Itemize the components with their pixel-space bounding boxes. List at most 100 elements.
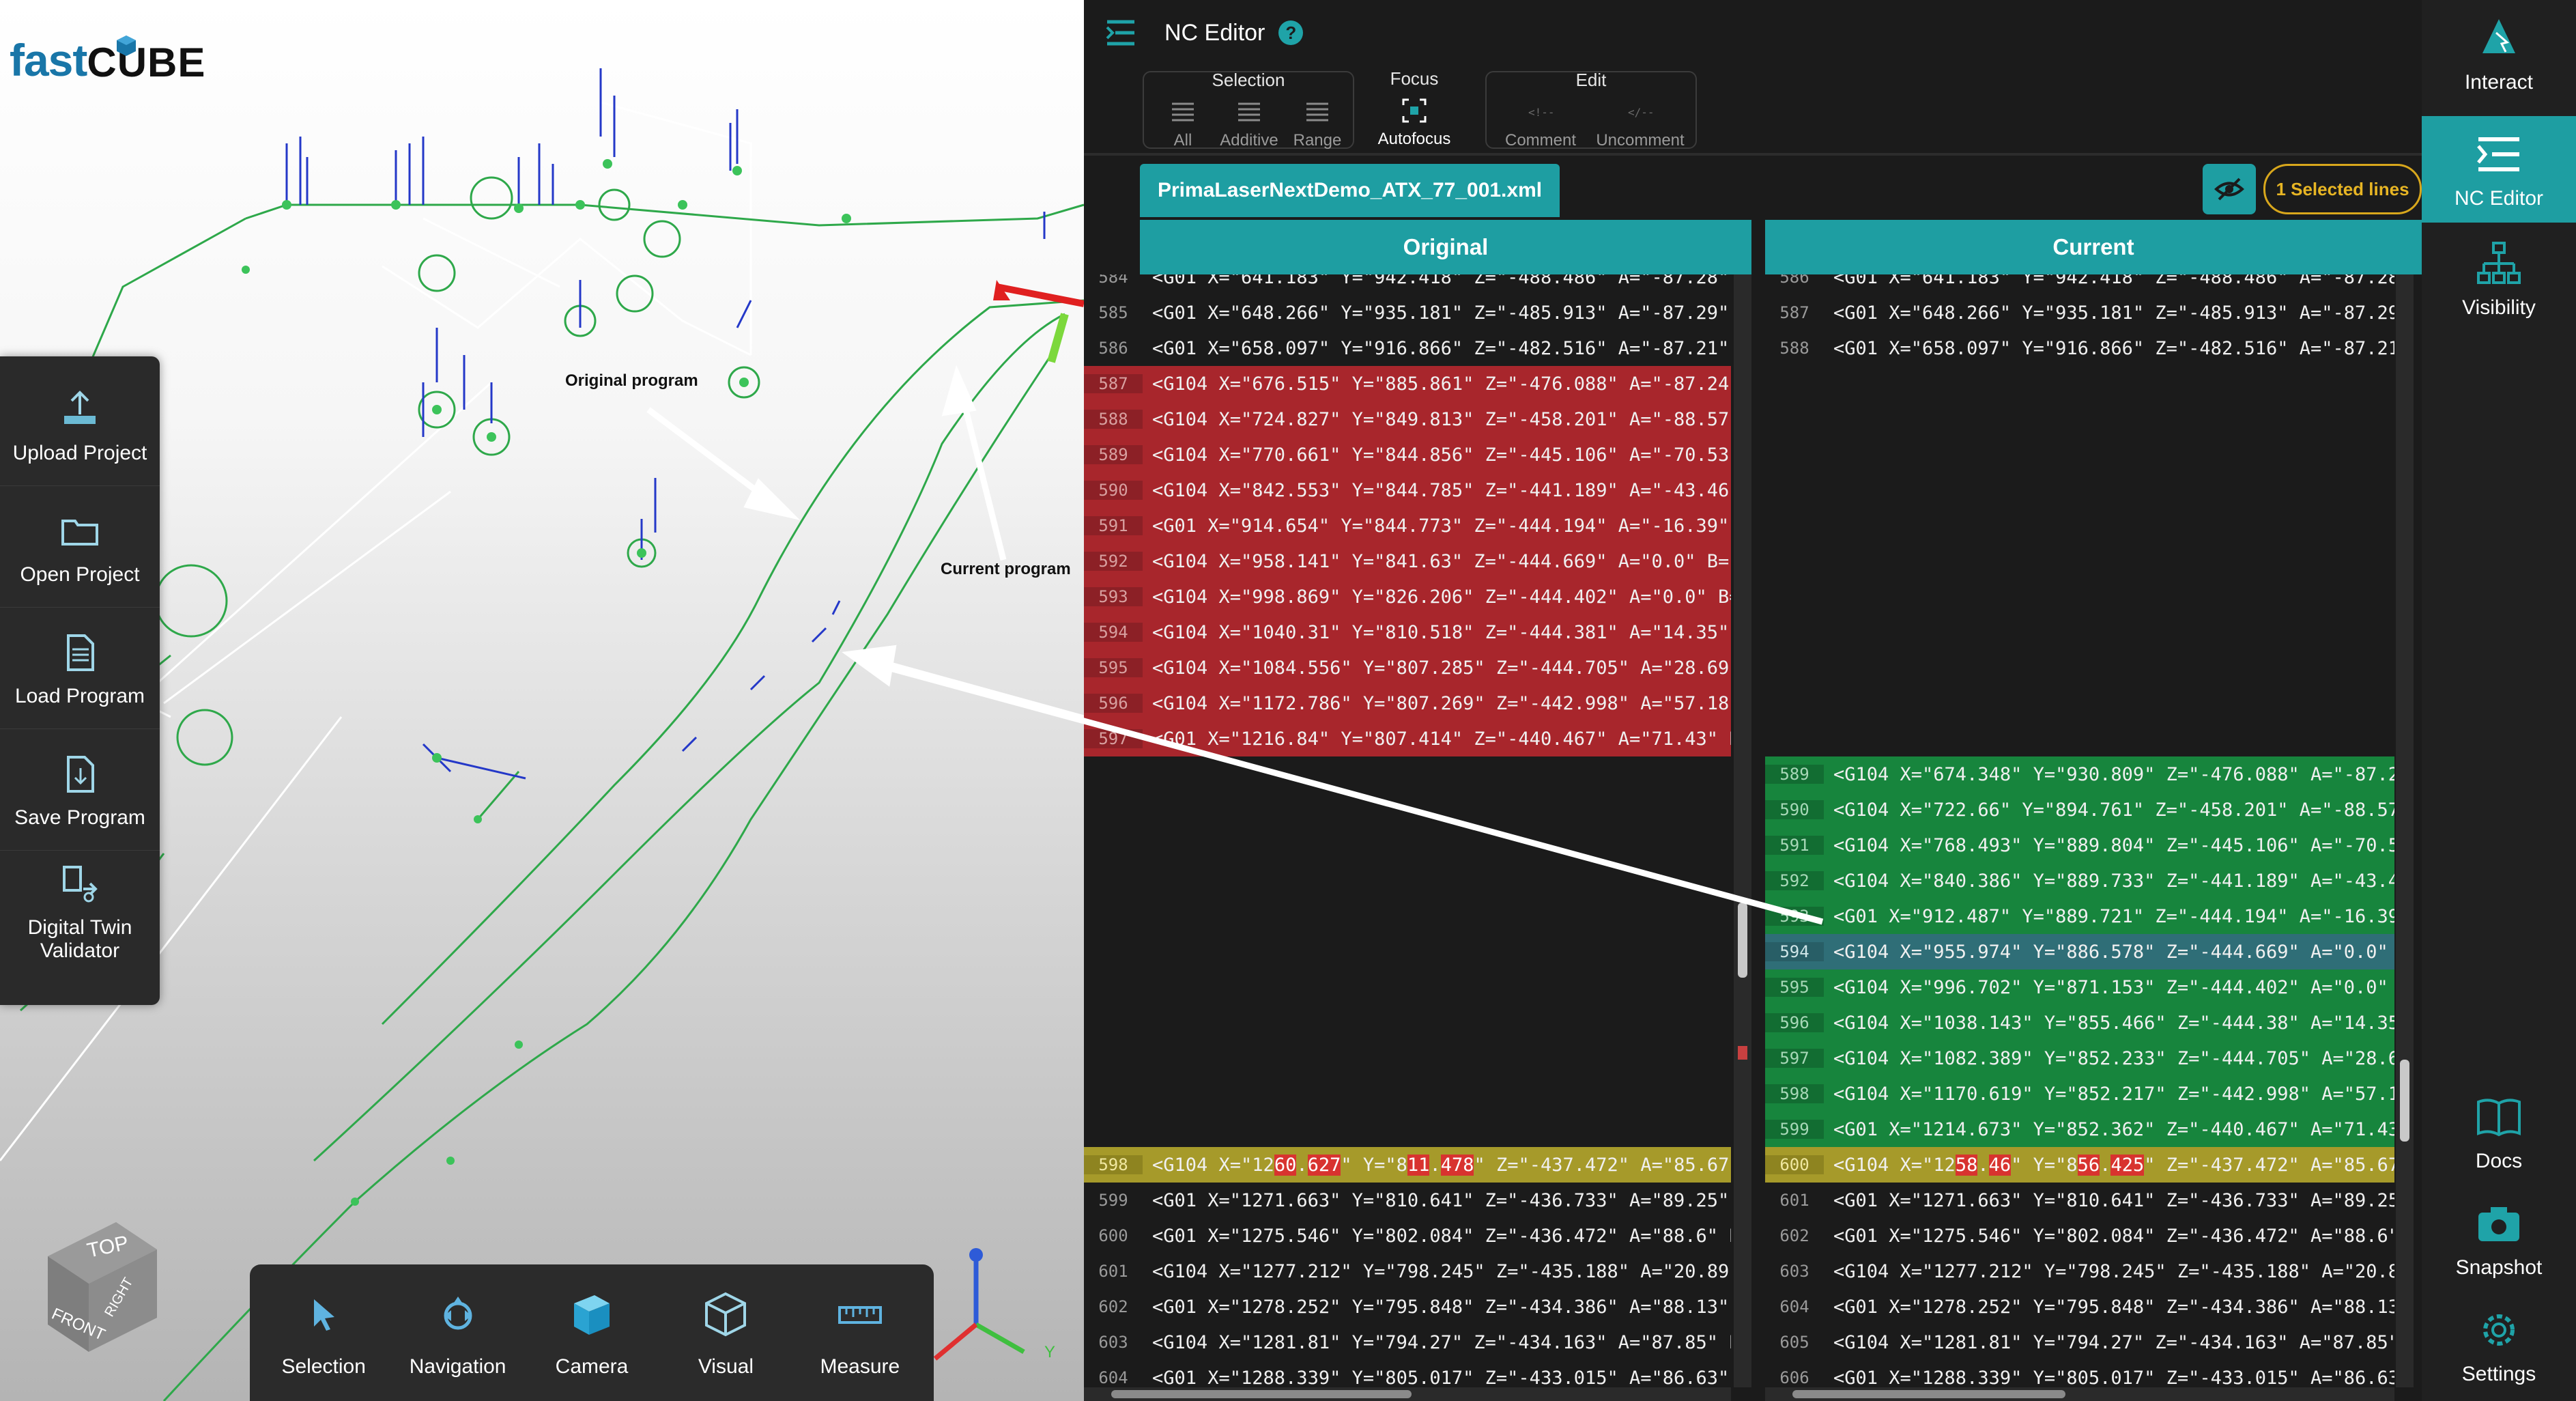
sidebar-item-nc-editor[interactable]: NC Editor — [2422, 116, 2576, 223]
current-horizontal-scrollbar[interactable] — [1765, 1387, 2394, 1401]
code-line[interactable] — [1765, 472, 2394, 508]
code-line[interactable] — [1765, 508, 2394, 543]
code-line[interactable]: 598 <G104 X="1260.627" Y="811.478" Z="-43… — [1084, 1147, 1731, 1183]
code-line[interactable]: 602 <G01 X="1278.252" Y="795.848" Z="-434… — [1084, 1289, 1731, 1325]
hide-unchanged-button[interactable] — [2203, 164, 2256, 214]
code-line[interactable] — [1084, 1112, 1731, 1147]
code-line[interactable]: 596 <G104 X="1038.143" Y="855.466" Z="-44… — [1765, 1005, 2394, 1041]
code-line[interactable]: 601 <G104 X="1277.212" Y="798.245" Z="-43… — [1084, 1254, 1731, 1289]
code-line[interactable] — [1765, 614, 2394, 650]
code-line[interactable]: 595 <G104 X="1084.556" Y="807.285" Z="-44… — [1084, 650, 1731, 685]
camera-tool-button[interactable]: Camera — [525, 1264, 659, 1401]
code-line[interactable]: 593 <G01 X="912.487" Y="889.721" Z="-444.… — [1765, 898, 2394, 934]
code-line[interactable] — [1765, 650, 2394, 685]
code-line[interactable] — [1084, 863, 1731, 898]
code-line[interactable]: 584 <G01 X="641.183" Y="942.418" Z="-488.… — [1084, 274, 1731, 295]
code-line[interactable]: 593 <G104 X="998.869" Y="826.206" Z="-444… — [1084, 579, 1731, 614]
load-program-button[interactable]: Load Program — [0, 609, 160, 729]
sidebar-item-docs[interactable]: Docs — [2422, 1079, 2576, 1185]
original-horizontal-scrollbar[interactable] — [1084, 1387, 1731, 1401]
code-line[interactable]: 591 <G01 X="914.654" Y="844.773" Z="-444.… — [1084, 508, 1731, 543]
collapse-panel-icon[interactable] — [1102, 14, 1140, 52]
code-line[interactable]: 594 <G104 X="955.974" Y="886.578" Z="-444… — [1765, 934, 2394, 970]
code-line[interactable] — [1084, 756, 1731, 792]
current-code-pane[interactable]: 586 <G01 X="641.183" Y="942.418" Z="-488.… — [1765, 274, 2394, 1387]
code-line[interactable]: 604 <G01 X="1278.252" Y="795.848" Z="-434… — [1765, 1289, 2394, 1325]
code-line[interactable] — [1084, 1005, 1731, 1041]
code-line[interactable]: 597 <G01 X="1216.84" Y="807.414" Z="-440.… — [1084, 721, 1731, 756]
code-line[interactable]: 604 <G01 X="1288.339" Y="805.017" Z="-433… — [1084, 1360, 1731, 1388]
current-scrollbar[interactable] — [2396, 274, 2414, 1387]
code-line[interactable]: 589 <G104 X="674.348" Y="930.809" Z="-476… — [1765, 756, 2394, 792]
code-line[interactable]: 588 <G01 X="658.097" Y="916.866" Z="-482.… — [1765, 330, 2394, 366]
code-text: <G104 X="1170.619" Y="852.217" Z="-442.9… — [1833, 1083, 2394, 1105]
code-line[interactable]: 588 <G104 X="724.827" Y="849.813" Z="-458… — [1084, 401, 1731, 437]
autofocus-button[interactable]: Autofocus — [1366, 94, 1462, 149]
code-line[interactable]: 599 <G01 X="1214.673" Y="852.362" Z="-440… — [1765, 1112, 2394, 1147]
navigation-cube[interactable]: TOP FRONT RIGHT — [41, 1215, 171, 1372]
code-line[interactable] — [1765, 543, 2394, 579]
original-code-pane[interactable]: 584 <G01 X="641.183" Y="942.418" Z="-488.… — [1084, 274, 1731, 1387]
selection-tool-button[interactable]: Selection — [257, 1264, 390, 1401]
code-line[interactable] — [1084, 898, 1731, 934]
code-line[interactable]: 598 <G104 X="1170.619" Y="852.217" Z="-44… — [1765, 1076, 2394, 1112]
navigation-tool-button[interactable]: Navigation — [390, 1264, 524, 1401]
digital-twin-validator-button[interactable]: Digital Twin Validator — [0, 852, 160, 972]
help-icon[interactable]: ? — [1278, 20, 1304, 45]
code-line[interactable]: 600 <G104 X="1258.46" Y="856.425" Z="-437… — [1765, 1147, 2394, 1183]
original-scrollbar[interactable] — [1734, 274, 1751, 1387]
code-line[interactable]: 586 <G01 X="641.183" Y="942.418" Z="-488.… — [1765, 274, 2394, 295]
sidebar-item-interact[interactable]: Interact — [2422, 0, 2576, 107]
code-line[interactable]: 601 <G01 X="1271.663" Y="810.641" Z="-436… — [1765, 1183, 2394, 1218]
code-line[interactable] — [1765, 721, 2394, 756]
code-line[interactable] — [1765, 401, 2394, 437]
code-line[interactable]: 587 <G01 X="648.266" Y="935.181" Z="-485.… — [1765, 295, 2394, 330]
code-line[interactable] — [1765, 685, 2394, 721]
save-program-button[interactable]: Save Program — [0, 731, 160, 851]
code-line[interactable]: 596 <G104 X="1172.786" Y="807.269" Z="-44… — [1084, 685, 1731, 721]
sidebar-item-visibility[interactable]: Visibility — [2422, 225, 2576, 332]
digital-twin-validator-label: Digital Twin Validator — [27, 916, 132, 962]
sidebar-item-settings[interactable]: Settings — [2422, 1292, 2576, 1398]
code-line[interactable]: 590 <G104 X="722.66" Y="894.761" Z="-458.… — [1765, 792, 2394, 827]
code-line[interactable]: 603 <G104 X="1281.81" Y="794.27" Z="-434.… — [1084, 1325, 1731, 1360]
code-line[interactable]: 587 <G104 X="676.515" Y="885.861" Z="-476… — [1084, 366, 1731, 401]
select-additive-button[interactable]: Additive — [1215, 96, 1283, 150]
code-line[interactable]: 606 <G01 X="1288.339" Y="805.017" Z="-433… — [1765, 1360, 2394, 1388]
measure-tool-button[interactable]: Measure — [793, 1264, 927, 1401]
sidebar-item-snapshot[interactable]: Snapshot — [2422, 1185, 2576, 1292]
code-line[interactable]: 603 <G104 X="1277.212" Y="798.245" Z="-43… — [1765, 1254, 2394, 1289]
code-line[interactable]: 605 <G104 X="1281.81" Y="794.27" Z="-434.… — [1765, 1325, 2394, 1360]
uncomment-button[interactable]: </-- Uncomment — [1589, 96, 1691, 150]
code-line[interactable] — [1765, 437, 2394, 472]
code-line[interactable]: 597 <G104 X="1082.389" Y="852.233" Z="-44… — [1765, 1041, 2394, 1076]
select-range-button[interactable]: Range — [1285, 96, 1350, 150]
code-line[interactable] — [1084, 1041, 1731, 1076]
file-tab[interactable]: PrimaLaserNextDemo_ATX_77_001.xml — [1140, 164, 1560, 217]
open-project-button[interactable]: Open Project — [0, 487, 160, 608]
code-line[interactable]: 602 <G01 X="1275.546" Y="802.084" Z="-436… — [1765, 1218, 2394, 1254]
visual-tool-button[interactable]: Visual — [659, 1264, 792, 1401]
code-line[interactable]: 585 <G01 X="648.266" Y="935.181" Z="-485.… — [1084, 295, 1731, 330]
code-line[interactable]: 595 <G104 X="996.702" Y="871.153" Z="-444… — [1765, 970, 2394, 1005]
code-line[interactable] — [1084, 827, 1731, 863]
code-line[interactable]: 599 <G01 X="1271.663" Y="810.641" Z="-436… — [1084, 1183, 1731, 1218]
code-line[interactable] — [1765, 579, 2394, 614]
code-line[interactable]: 591 <G104 X="768.493" Y="889.804" Z="-445… — [1765, 827, 2394, 863]
comment-button[interactable]: <!-- Comment — [1496, 96, 1585, 150]
3d-viewport[interactable]: fast CUBE Original program Current progra… — [0, 0, 1084, 1401]
code-line[interactable]: 592 <G104 X="840.386" Y="889.733" Z="-441… — [1765, 863, 2394, 898]
code-line[interactable] — [1765, 366, 2394, 401]
code-line[interactable]: 590 <G104 X="842.553" Y="844.785" Z="-441… — [1084, 472, 1731, 508]
code-line[interactable] — [1084, 1076, 1731, 1112]
code-line[interactable]: 592 <G104 X="958.141" Y="841.63" Z="-444.… — [1084, 543, 1731, 579]
code-line[interactable] — [1084, 792, 1731, 827]
code-line[interactable]: 589 <G104 X="770.661" Y="844.856" Z="-445… — [1084, 437, 1731, 472]
code-line[interactable]: 586 <G01 X="658.097" Y="916.866" Z="-482.… — [1084, 330, 1731, 366]
code-line[interactable] — [1084, 934, 1731, 970]
code-line[interactable]: 600 <G01 X="1275.546" Y="802.084" Z="-436… — [1084, 1218, 1731, 1254]
code-line[interactable]: 594 <G104 X="1040.31" Y="810.518" Z="-444… — [1084, 614, 1731, 650]
select-all-button[interactable]: All — [1152, 96, 1214, 150]
code-line[interactable] — [1084, 970, 1731, 1005]
upload-project-button[interactable]: Upload Project — [0, 366, 160, 486]
